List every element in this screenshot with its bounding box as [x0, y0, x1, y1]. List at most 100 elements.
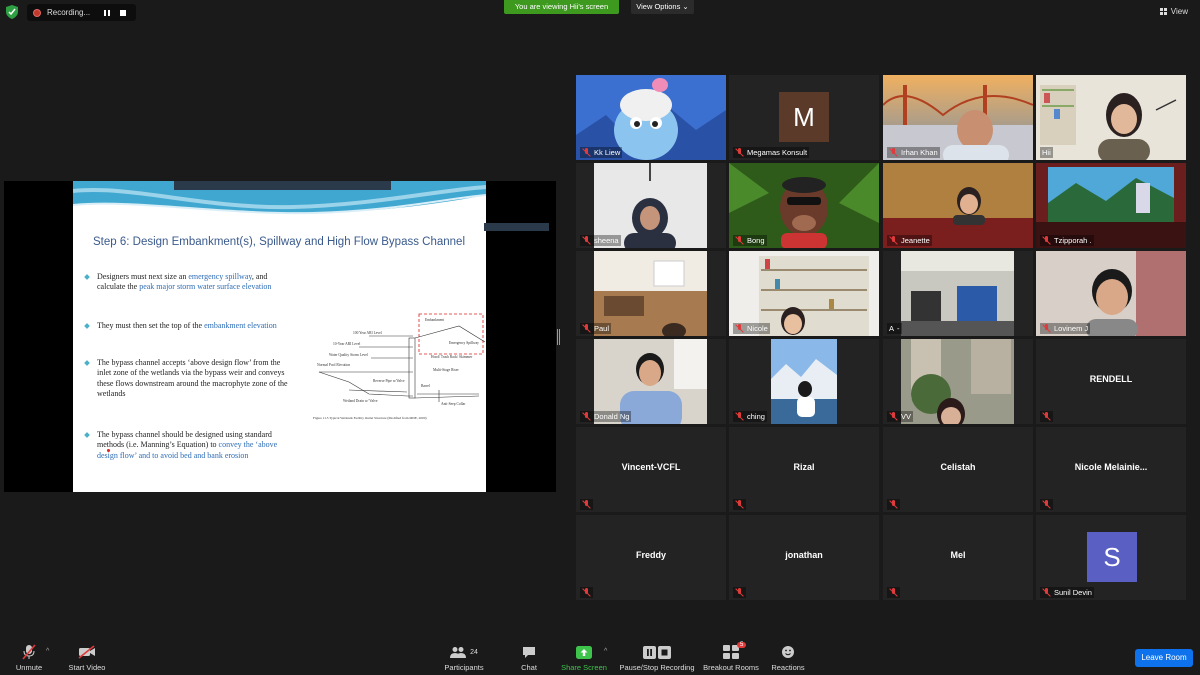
panel-splitter-handle[interactable]	[557, 329, 560, 345]
participant-name-label: sheena	[580, 235, 621, 246]
mic-muted-icon	[582, 148, 591, 157]
participant-name-label	[1040, 499, 1053, 510]
mic-muted-icon	[582, 588, 591, 597]
participant-name-label: VV	[887, 411, 914, 422]
participant-tile-vv[interactable]: VV	[883, 339, 1033, 424]
stop-recording-icon[interactable]	[120, 9, 127, 16]
svg-text:Anti-Seep Collar: Anti-Seep Collar	[441, 402, 466, 406]
participant-name-label: Megamas Konsult	[733, 147, 810, 158]
security-shield-icon[interactable]	[6, 5, 18, 19]
participant-tile-tzipporah[interactable]: Tzipporah .	[1036, 163, 1186, 248]
mic-muted-icon	[1042, 324, 1051, 333]
breakout-rooms-button[interactable]: 5 Breakout Rooms	[702, 642, 760, 672]
start-video-label: Start Video	[68, 663, 106, 672]
participant-tile-paul[interactable]: Paul	[576, 251, 726, 336]
participant-tile-lovinem[interactable]: Lovinem J	[1036, 251, 1186, 336]
view-options-button[interactable]: View Options ⌄	[631, 0, 694, 14]
svg-text:Normal Pool Elevation: Normal Pool Elevation	[317, 363, 350, 367]
pause-stop-recording-label: Pause/Stop Recording	[619, 663, 695, 672]
audio-options-caret-icon[interactable]: ^	[46, 648, 49, 655]
slide-side-bar	[484, 223, 549, 231]
participant-tile-jonathan[interactable]: jonathan	[729, 515, 879, 600]
mic-muted-icon	[735, 412, 744, 421]
recording-dot-icon	[33, 8, 41, 17]
participant-tile-nicole[interactable]: Nicole	[729, 251, 879, 336]
participant-display-name: RENDELL	[1089, 374, 1133, 384]
participant-tile-ching[interactable]: ching	[729, 339, 879, 424]
participant-display-name: Freddy	[635, 550, 666, 560]
unmute-button[interactable]: Unmute	[10, 644, 48, 672]
unmute-label: Unmute	[15, 663, 43, 672]
reactions-button[interactable]: Reactions	[770, 644, 806, 672]
outlet-structure-diagram: Embankment 100 Year ARI Level Emergency …	[313, 313, 486, 421]
participant-name-label: ching	[733, 411, 767, 422]
shared-screen[interactable]: Step 6: Design Embankment(s), Spillway a…	[4, 181, 556, 492]
chat-label: Chat	[521, 663, 537, 672]
mic-muted-icon	[1042, 588, 1051, 597]
grid-view-icon	[1159, 8, 1167, 15]
participant-tile-kk-liew[interactable]: Kk Liew	[576, 75, 726, 160]
mic-muted-icon	[1042, 412, 1051, 421]
mic-muted-icon	[582, 412, 591, 421]
participant-tile-jeanette[interactable]: Jeanette	[883, 163, 1033, 248]
mic-muted-icon	[889, 412, 898, 421]
reactions-smiley-icon	[782, 646, 794, 658]
participant-tile-sunil-devin[interactable]: S Sunil Devin	[1036, 515, 1186, 600]
participant-name-label: Nicole	[733, 323, 770, 334]
share-options-caret-icon[interactable]: ^	[604, 648, 607, 655]
mic-muted-icon	[1042, 500, 1051, 509]
participant-display-name: Vincent-VCFL	[621, 462, 681, 472]
participant-name-label: Kk Liew	[580, 147, 623, 158]
participant-tile-rizal[interactable]: Rizal	[729, 427, 879, 512]
participant-tile-rendell[interactable]: RENDELL	[1036, 339, 1186, 424]
avatar: S	[1087, 532, 1137, 582]
participant-tile-donald-ng[interactable]: Donald Ng	[576, 339, 726, 424]
participant-name-label	[887, 587, 900, 598]
participant-tile-vincent[interactable]: Vincent-VCFL	[576, 427, 726, 512]
laser-pointer-dot	[107, 449, 110, 452]
svg-text:Wetland Drain w/ Valve: Wetland Drain w/ Valve	[343, 399, 378, 403]
participants-icon	[450, 647, 467, 658]
svg-text:Figure 11.5 Typical Wetlands: Figure 11.5 Typical Wetlands Facility Ou…	[313, 416, 427, 421]
mic-muted-icon	[735, 148, 744, 157]
svg-text:Barrel: Barrel	[421, 384, 430, 388]
participant-tile-nicole-melainie[interactable]: Nicole Melainie...	[1036, 427, 1186, 512]
svg-text:Embankment: Embankment	[425, 318, 444, 322]
participants-button[interactable]: 24 Participants	[441, 644, 487, 672]
start-video-button[interactable]: Start Video	[64, 644, 110, 672]
mic-muted-icon	[889, 500, 898, 509]
participant-tile-celistah[interactable]: Celistah	[883, 427, 1033, 512]
view-label: View	[1170, 7, 1188, 16]
participant-display-name: Nicole Melainie...	[1074, 462, 1148, 472]
participant-name-label: Sunil Devin	[1040, 587, 1094, 598]
participant-tile-sheena[interactable]: sheena	[576, 163, 726, 248]
video-camera-off-icon	[78, 645, 95, 659]
participants-label: Participants	[444, 663, 484, 672]
share-screen-icon	[576, 645, 592, 659]
svg-text:10-Year ARI Level: 10-Year ARI Level	[333, 342, 360, 346]
recording-indicator: Recording...	[27, 4, 136, 21]
participant-tile-a[interactable]: A -	[883, 251, 1033, 336]
participant-tile-megamas[interactable]: M Megamas Konsult	[729, 75, 879, 160]
view-button[interactable]: View	[1159, 7, 1188, 16]
participant-tile-freddy[interactable]: Freddy	[576, 515, 726, 600]
participant-name-label: Irhan Khan	[887, 147, 940, 158]
participant-display-name: Celistah	[940, 462, 976, 472]
participant-tile-mel[interactable]: Mel	[883, 515, 1033, 600]
pause-recording-icon[interactable]	[104, 9, 111, 16]
chat-button[interactable]: Chat	[514, 644, 544, 672]
participant-display-name: jonathan	[785, 550, 823, 560]
mic-muted-icon	[1042, 236, 1051, 245]
participant-name-label	[733, 587, 746, 598]
participant-tile-irhan-khan[interactable]: Irhan Khan	[883, 75, 1033, 160]
mic-muted-icon	[735, 588, 744, 597]
share-screen-button[interactable]: Share Screen	[560, 644, 608, 672]
leave-room-button[interactable]: Leave Room	[1135, 649, 1193, 667]
participant-tile-hii[interactable]: Hii	[1036, 75, 1186, 160]
participant-tile-bong[interactable]: Bong	[729, 163, 879, 248]
recording-label: Recording...	[47, 8, 91, 17]
pause-stop-recording-button[interactable]: Pause/Stop Recording	[618, 644, 696, 672]
share-screen-label: Share Screen	[561, 663, 607, 672]
mic-muted-icon	[735, 500, 744, 509]
chevron-down-icon: ⌄	[682, 2, 689, 11]
